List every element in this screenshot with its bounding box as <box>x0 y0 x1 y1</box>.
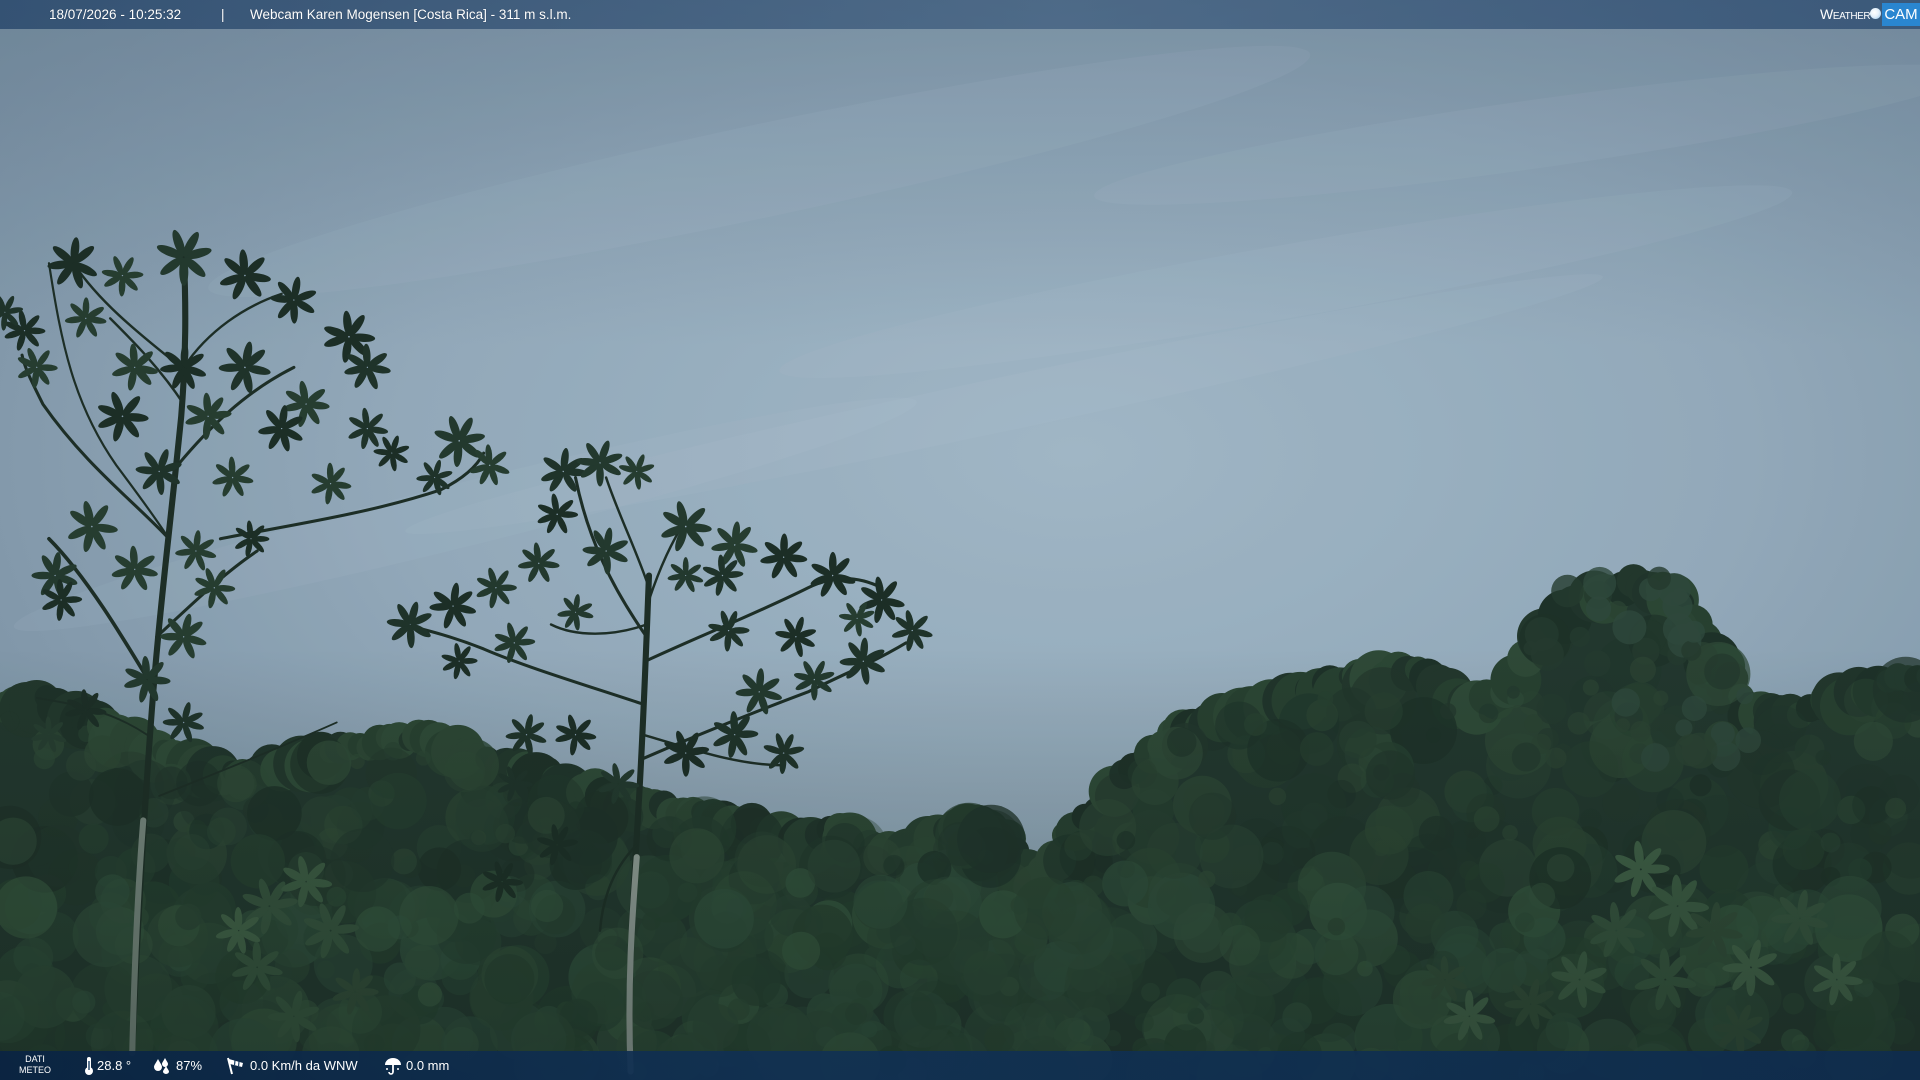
logo-word: Weather <box>1820 6 1871 22</box>
capture-datetime: 18/07/2026 - 10:25:32 <box>49 7 182 22</box>
temperature-value: 28.8 ° <box>97 1058 132 1073</box>
dati-meteo-button[interactable]: DATI METEO <box>16 1054 54 1076</box>
header-separator: | <box>221 7 225 22</box>
wind-value: 0.0 Km/h da WNW <box>250 1058 358 1073</box>
thermometer-icon <box>85 1057 93 1075</box>
humidity-value: 87% <box>176 1058 203 1073</box>
lens-circle-icon <box>1870 8 1881 19</box>
webcam-image <box>0 0 1920 1080</box>
rain-value: 0.0 mm <box>406 1058 450 1073</box>
weather-data-bar: DATI METEO 28.8 ° 87% 0.0 Km/h da WNW 0.… <box>0 1051 1920 1080</box>
logo-badge: CAM <box>1882 3 1920 26</box>
dati-meteo-line1: DATI <box>25 1054 45 1064</box>
humidity-icon <box>154 1058 169 1074</box>
rain-gauge-icon <box>385 1058 401 1075</box>
wind-icon <box>227 1057 243 1075</box>
dati-meteo-line2: METEO <box>18 1065 51 1075</box>
color-cast <box>0 0 1920 1080</box>
weathercam-logo[interactable]: Weather CAM <box>1818 2 1920 27</box>
webcam-title: Webcam Karen Mogensen [Costa Rica] - 311… <box>250 7 572 22</box>
header-bar: 18/07/2026 - 10:25:32 | Webcam Karen Mog… <box>0 0 1920 29</box>
